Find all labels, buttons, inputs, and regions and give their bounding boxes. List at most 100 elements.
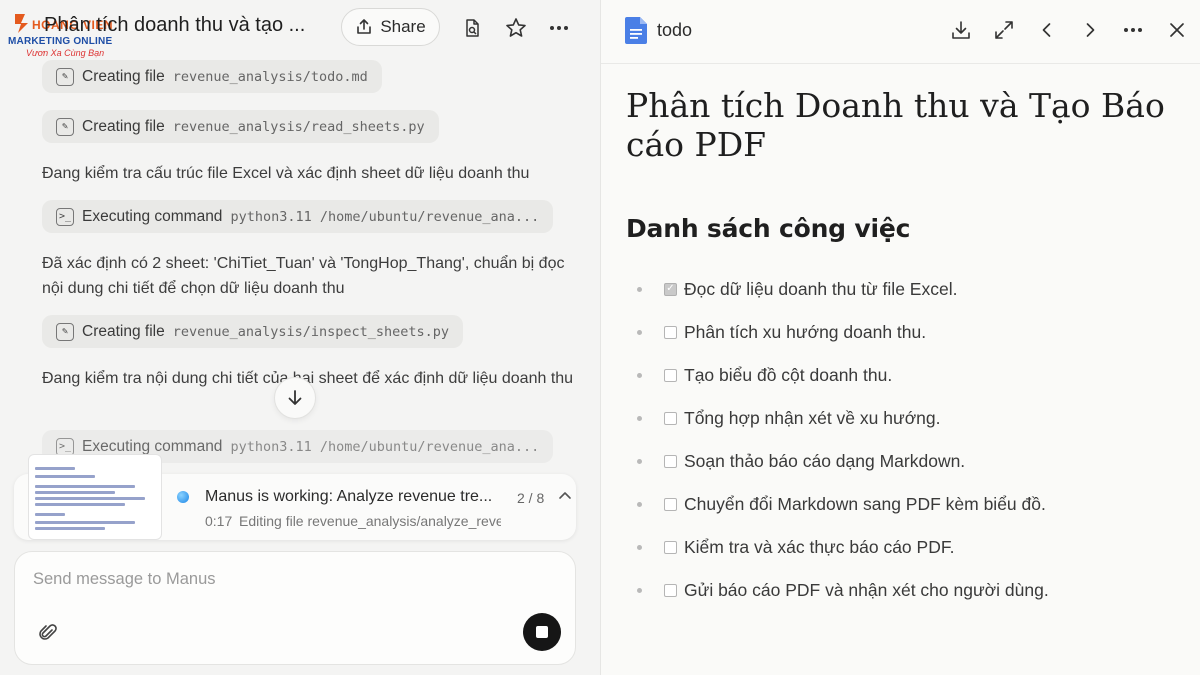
todo-label: Soạn thảo báo cáo dạng Markdown.	[684, 450, 966, 471]
stop-button[interactable]	[523, 613, 561, 651]
step-action: Executing command	[82, 437, 223, 455]
document-icon	[625, 17, 647, 44]
todo-checkbox[interactable]	[664, 540, 677, 554]
todo-item: Chuyển đổi Markdown sang PDF kèm biểu đồ…	[637, 492, 1046, 516]
todo-checkbox[interactable]	[664, 454, 677, 468]
attach-button[interactable]	[35, 620, 61, 646]
viewer-more-button[interactable]	[1120, 17, 1146, 43]
step-pill[interactable]: ✎ Creating file revenue_analysis/read_sh…	[42, 110, 439, 143]
favorite-button[interactable]	[503, 15, 529, 41]
working-indicator-icon	[177, 491, 189, 503]
file-view-button[interactable]	[459, 15, 485, 41]
status-title: Manus is working: Analyze revenue tre...	[205, 488, 493, 505]
status-progress: 2 / 8	[517, 490, 545, 506]
step-pill[interactable]: ✎ Creating file revenue_analysis/inspect…	[42, 315, 464, 348]
edit-icon: ✎	[56, 117, 74, 136]
previous-button[interactable]	[1034, 17, 1060, 43]
todo-item: Soạn thảo báo cáo dạng Markdown.	[637, 449, 965, 473]
more-horizontal-icon	[550, 26, 568, 30]
todo-checkbox[interactable]	[664, 325, 677, 339]
chevron-up-icon[interactable]	[557, 488, 573, 504]
close-viewer-button[interactable]	[1164, 17, 1190, 43]
document-viewer: todo Phân tích Doanh thu và Tạo Báo cáo …	[600, 0, 1200, 675]
agent-message: Đang kiểm tra cấu trúc file Excel và xác…	[42, 165, 530, 182]
todo-label: Chuyển đổi Markdown sang PDF kèm biểu đồ…	[684, 493, 1046, 514]
document-name: todo	[657, 20, 693, 40]
computer-preview-thumbnail[interactable]	[28, 454, 162, 540]
stop-icon	[536, 626, 548, 638]
todo-label: Tạo biểu đồ cột doanh thu.	[684, 364, 893, 385]
todo-checkbox[interactable]	[664, 497, 677, 511]
todo-label: Kiểm tra và xác thực báo cáo PDF.	[684, 536, 955, 557]
edit-icon: ✎	[56, 322, 74, 341]
step-path: revenue_analysis/inspect_sheets.py	[172, 323, 450, 340]
list-bullet	[637, 458, 642, 464]
terminal-icon: >_	[56, 437, 74, 456]
expand-button[interactable]	[991, 17, 1017, 43]
step-action: Executing command	[82, 207, 223, 225]
step-action: Creating file	[82, 117, 165, 135]
message-input[interactable]	[33, 570, 533, 589]
list-bullet	[637, 286, 642, 292]
list-bullet	[637, 329, 642, 335]
list-bullet	[637, 372, 642, 378]
scroll-to-bottom-button[interactable]	[274, 377, 316, 419]
chat-title[interactable]: Phân tích doanh thu và tạo ...	[44, 14, 305, 37]
agent-message: Đã xác định có 2 sheet: 'ChiTiet_Tuan' v…	[42, 255, 565, 297]
list-bullet	[637, 415, 642, 421]
todo-item: Tổng hợp nhận xét về xu hướng.	[637, 406, 941, 430]
list-bullet	[637, 587, 642, 593]
edit-icon: ✎	[56, 67, 74, 86]
step-action: Creating file	[82, 67, 165, 85]
step-pill[interactable]: >_ Executing command python3.11 /home/ub…	[42, 200, 554, 233]
arrow-down-icon	[288, 390, 302, 405]
chevron-left-icon	[1042, 23, 1051, 37]
todo-checkbox[interactable]	[664, 368, 677, 382]
next-button[interactable]	[1077, 17, 1103, 43]
more-horizontal-icon	[1124, 28, 1142, 32]
step-path: python3.11 /home/ubuntu/revenue_ana...	[230, 438, 540, 455]
document-section-heading: Danh sách công việc	[626, 214, 911, 243]
brand-slogan: Vươn Xa Cùng Bạn	[26, 48, 105, 58]
step-action: Creating file	[82, 322, 165, 340]
todo-label: Phân tích xu hướng doanh thu.	[684, 321, 927, 342]
step-path: revenue_analysis/todo.md	[172, 68, 368, 85]
status-elapsed-time: 0:17	[205, 513, 233, 529]
task-status-card[interactable]: Manus is working: Analyze revenue tre...…	[14, 454, 576, 540]
viewer-header: todo	[601, 0, 1200, 64]
document-title: Phân tích Doanh thu và Tạo Báo cáo PDF	[626, 86, 1165, 164]
share-icon	[357, 19, 372, 34]
list-bullet	[637, 544, 642, 550]
todo-item: Tạo biểu đồ cột doanh thu.	[637, 363, 892, 387]
more-options-button[interactable]	[546, 15, 572, 41]
status-current-step: Editing file revenue_analysis/analyze_re…	[239, 513, 501, 529]
todo-item: ✓ Đọc dữ liệu doanh thu từ file Excel.	[637, 277, 957, 301]
chevron-right-icon	[1086, 23, 1095, 37]
download-icon	[952, 21, 970, 39]
terminal-icon: >_	[56, 207, 74, 226]
todo-label: Gửi báo cáo PDF và nhận xét cho người dù…	[684, 579, 1049, 600]
list-bullet	[637, 501, 642, 507]
star-icon	[506, 18, 526, 37]
todo-checkbox[interactable]: ✓	[664, 282, 677, 296]
todo-checkbox[interactable]	[664, 583, 677, 597]
todo-item: Phân tích xu hướng doanh thu.	[637, 320, 926, 344]
step-pill[interactable]: ✎ Creating file revenue_analysis/todo.md	[42, 60, 382, 93]
file-search-icon	[466, 19, 479, 37]
brand-line: MARKETING ONLINE	[8, 36, 113, 47]
expand-icon	[995, 21, 1013, 39]
share-label: Share	[380, 17, 426, 36]
message-composer	[14, 551, 576, 665]
todo-item: Kiểm tra và xác thực báo cáo PDF.	[637, 535, 954, 559]
close-icon	[1170, 23, 1184, 37]
todo-label: Đọc dữ liệu doanh thu từ file Excel.	[684, 278, 958, 299]
paperclip-icon	[39, 624, 57, 640]
step-path: python3.11 /home/ubuntu/revenue_ana...	[230, 208, 540, 225]
todo-checkbox[interactable]	[664, 411, 677, 425]
step-path: revenue_analysis/read_sheets.py	[172, 118, 425, 135]
brand-logo-icon	[15, 14, 28, 33]
share-button[interactable]: Share	[341, 8, 440, 46]
todo-item: Gửi báo cáo PDF và nhận xét cho người dù…	[637, 578, 1049, 602]
download-button[interactable]	[948, 17, 974, 43]
chat-panel: HOANG VIEN MARKETING ONLINE Vươn Xa Cùng…	[0, 0, 600, 675]
